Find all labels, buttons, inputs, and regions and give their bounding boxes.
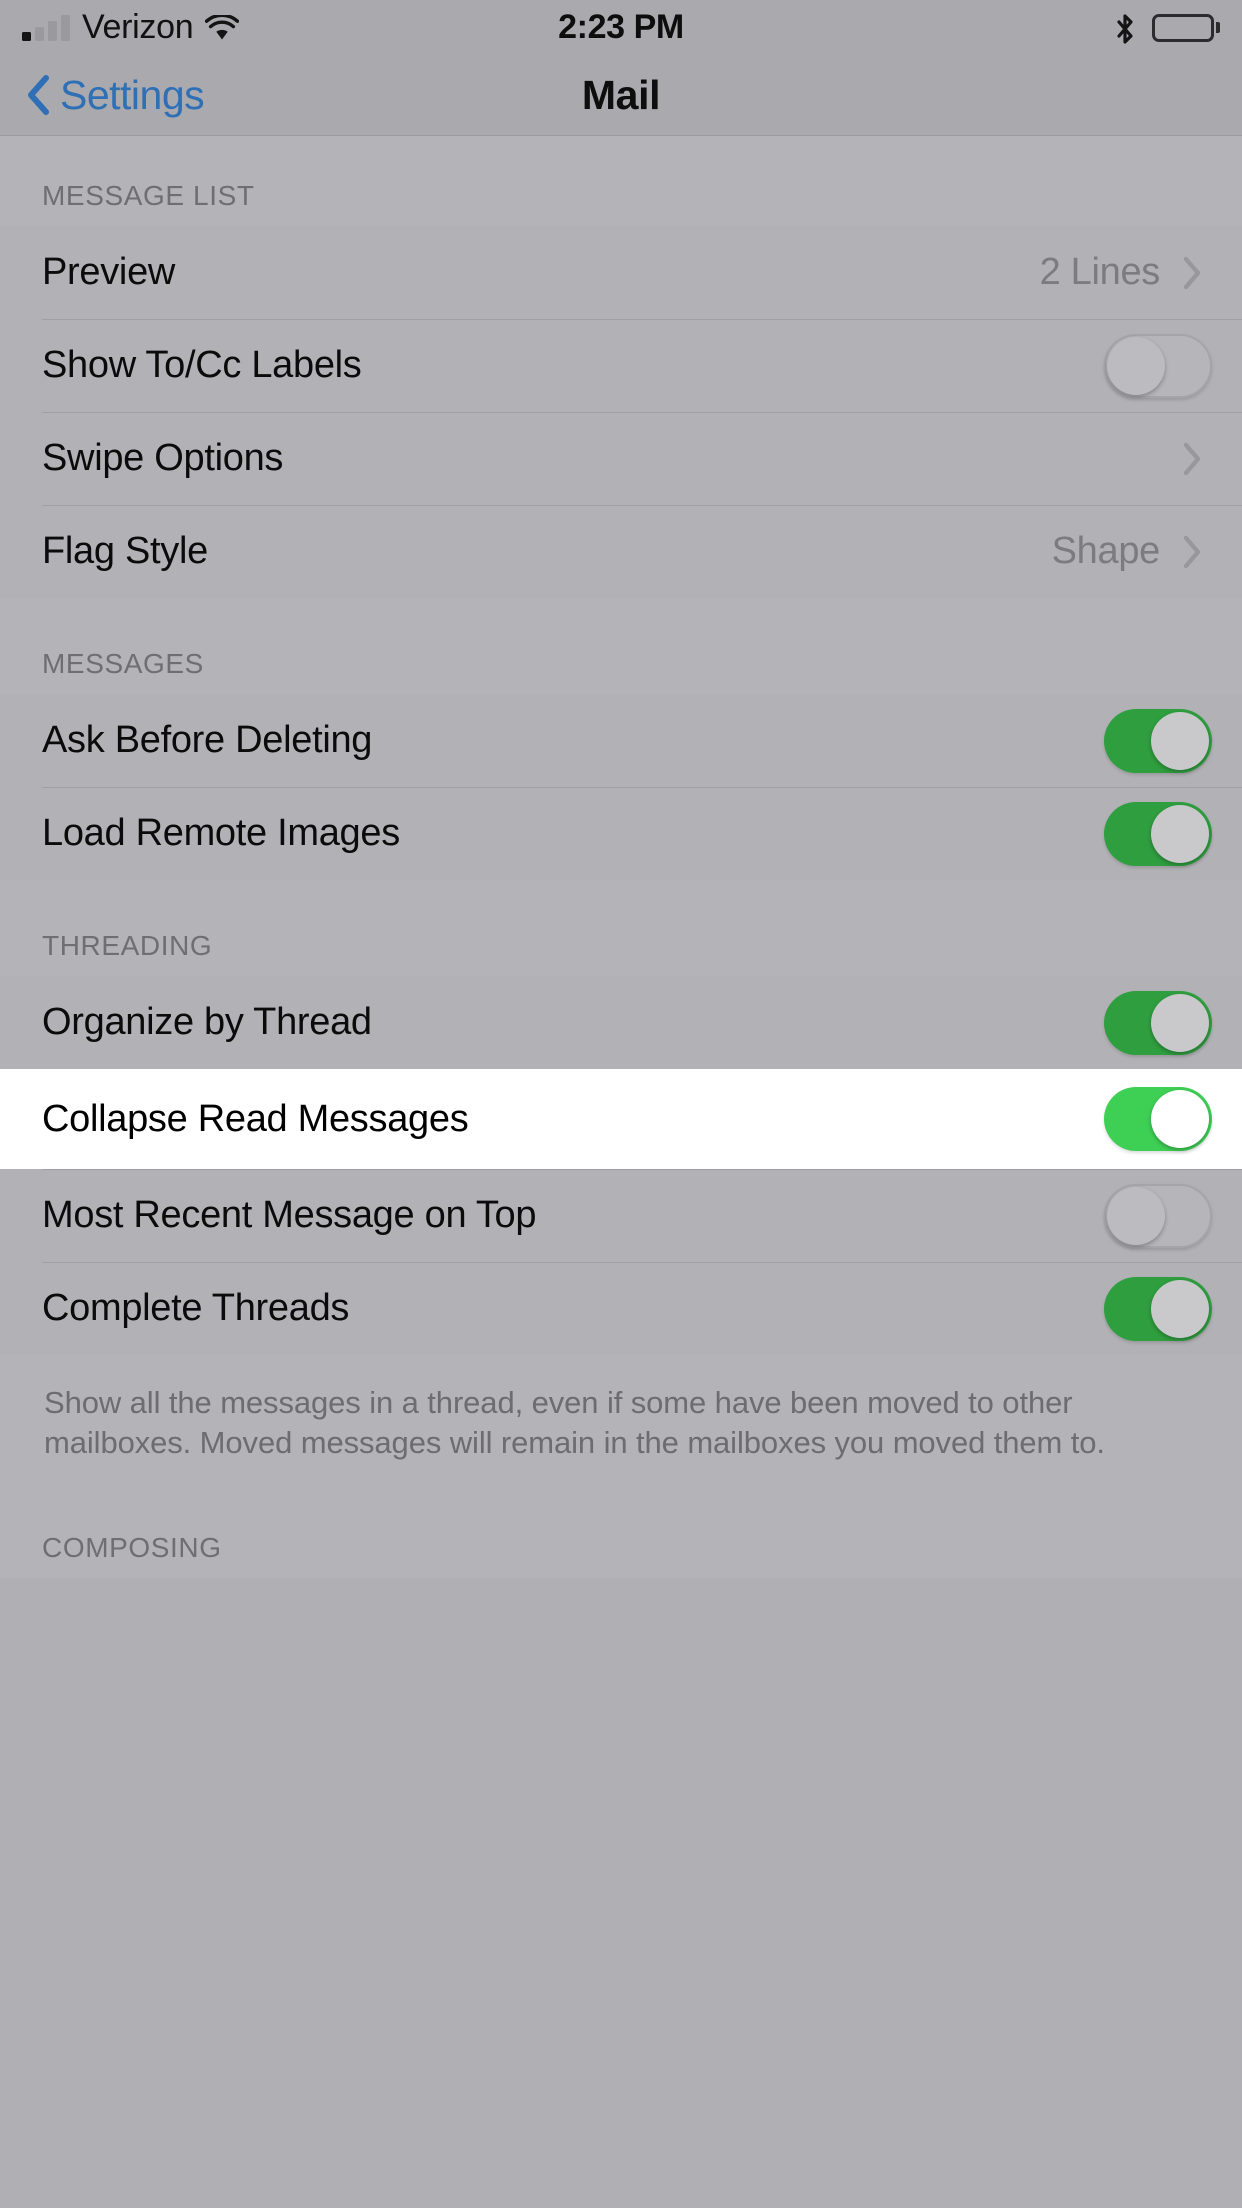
section-footer-threading: Show all the messages in a thread, even … <box>0 1355 1242 1488</box>
row-swipe-options[interactable]: Swipe Options <box>0 412 1242 505</box>
row-label: Organize by Thread <box>42 1001 1104 1044</box>
row-label: Show To/Cc Labels <box>42 344 1104 387</box>
chevron-left-icon <box>26 74 50 116</box>
settings-mail-screen: Verizon 2:23 PM <box>0 0 1242 2208</box>
row-load-remote-images[interactable]: Load Remote Images <box>0 787 1242 880</box>
row-most-recent-message-on-top[interactable]: Most Recent Message on Top <box>0 1169 1242 1262</box>
row-value: Shape <box>1052 530 1160 573</box>
navigation-bar: Settings Mail <box>0 55 1242 136</box>
chevron-right-icon <box>1182 535 1202 569</box>
switch-load-remote-images[interactable] <box>1104 802 1212 866</box>
section-header-composing: COMPOSING <box>0 1488 1242 1578</box>
switch-complete-threads[interactable] <box>1104 1277 1212 1341</box>
row-complete-threads[interactable]: Complete Threads <box>0 1262 1242 1355</box>
section-header-message-list: MESSAGE LIST <box>0 136 1242 226</box>
switch-organize-by-thread[interactable] <box>1104 991 1212 1055</box>
back-button-label: Settings <box>60 72 204 119</box>
back-button[interactable]: Settings <box>0 72 204 119</box>
row-collapse-read-messages[interactable]: Collapse Read Messages <box>0 1069 1242 1169</box>
chevron-right-icon <box>1182 256 1202 290</box>
row-ask-before-deleting[interactable]: Ask Before Deleting <box>0 694 1242 787</box>
switch-ask-before-deleting[interactable] <box>1104 709 1212 773</box>
section-header-messages: MESSAGES <box>0 598 1242 694</box>
row-label: Flag Style <box>42 530 1052 573</box>
row-label: Load Remote Images <box>42 812 1104 855</box>
section-group-threading: Organize by Thread Collapse Read Message… <box>0 976 1242 1355</box>
section-group-message-list: Preview 2 Lines Show To/Cc Labels Swipe … <box>0 226 1242 598</box>
status-bar: Verizon 2:23 PM <box>0 0 1242 55</box>
chevron-right-icon <box>1182 442 1202 476</box>
row-flag-style[interactable]: Flag Style Shape <box>0 505 1242 598</box>
switch-most-recent-message-on-top[interactable] <box>1104 1184 1212 1248</box>
row-label: Preview <box>42 251 1040 294</box>
row-label: Most Recent Message on Top <box>42 1194 1104 1237</box>
section-group-messages: Ask Before Deleting Load Remote Images <box>0 694 1242 880</box>
row-label: Collapse Read Messages <box>42 1098 1104 1141</box>
row-organize-by-thread[interactable]: Organize by Thread <box>0 976 1242 1069</box>
row-show-to-cc-labels[interactable]: Show To/Cc Labels <box>0 319 1242 412</box>
row-value: 2 Lines <box>1040 251 1160 294</box>
settings-table: MESSAGE LIST Preview 2 Lines Show To/Cc … <box>0 136 1242 1578</box>
row-preview[interactable]: Preview 2 Lines <box>0 226 1242 319</box>
section-header-threading: THREADING <box>0 880 1242 976</box>
row-label: Ask Before Deleting <box>42 719 1104 762</box>
row-label: Complete Threads <box>42 1287 1104 1330</box>
switch-show-to-cc-labels[interactable] <box>1104 334 1212 398</box>
switch-collapse-read-messages[interactable] <box>1104 1087 1212 1151</box>
status-bar-clock: 2:23 PM <box>0 0 1242 55</box>
row-label: Swipe Options <box>42 437 1160 480</box>
